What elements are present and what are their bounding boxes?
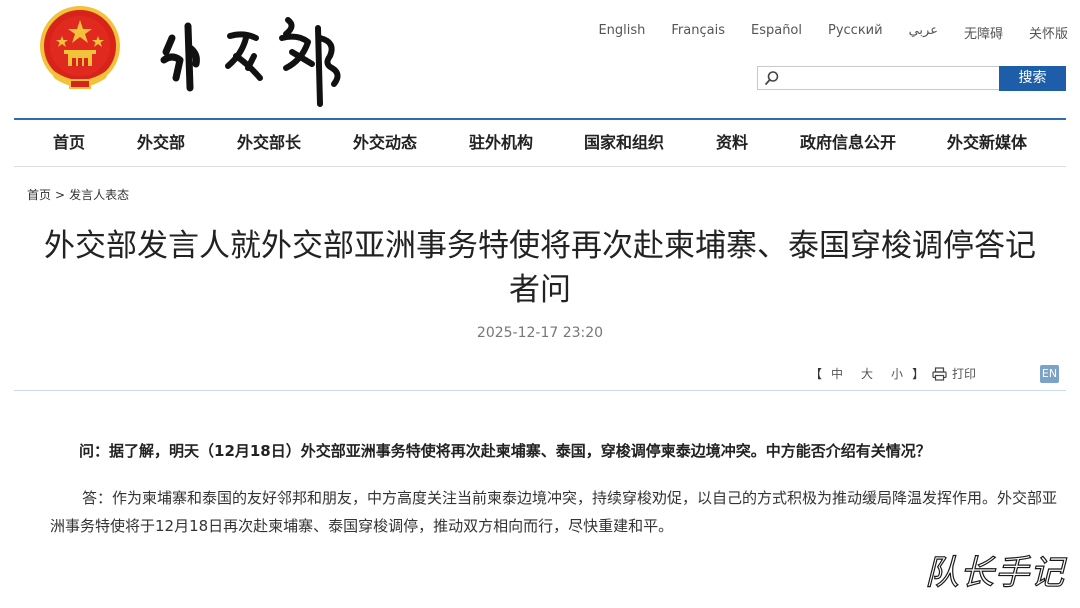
font-size-small-button[interactable]: 小 [891,367,903,381]
breadcrumb: 首页 > 发言人表态 [27,186,129,203]
search-icon [765,71,779,85]
nav-item-diplomatic-news[interactable]: 外交动态 [353,120,417,166]
font-size-medium-button[interactable]: 中 [831,367,843,381]
nav-item-minister[interactable]: 外交部长 [237,120,301,166]
main-nav: 首页 外交部 外交部长 外交动态 驻外机构 国家和组织 资料 政府信息公开 外交… [14,120,1066,166]
font-size-close-bracket: 】 [912,367,925,381]
search-input[interactable] [784,67,998,91]
lang-russian-link[interactable]: Русский [828,23,883,42]
nav-item-gov-info[interactable]: 政府信息公开 [800,120,896,166]
nav-item-home[interactable]: 首页 [53,120,85,166]
nav-item-countries-orgs[interactable]: 国家和组织 [584,120,664,166]
print-label: 打印 [952,367,977,381]
care-mode-link[interactable]: 关怀版 [1029,23,1068,42]
font-size-large-button[interactable]: 大 [861,367,873,381]
nav-bottom-divider [14,166,1066,167]
answer-paragraph: 答：作为柬埔寨和泰国的友好邻邦和朋友，中方高度关注当前柬泰边境冲突，持续穿梭劝促… [50,489,1058,535]
nav-item-new-media[interactable]: 外交新媒体 [947,120,1027,166]
search-button[interactable]: 搜索 [999,66,1066,91]
nav-item-resources[interactable]: 资料 [716,120,748,166]
lang-english-link[interactable]: English [598,23,645,42]
lang-arabic-link[interactable]: عربي [909,23,938,42]
watermark-text: 队长手记 [924,552,1065,593]
nav-item-ministry[interactable]: 外交部 [137,120,185,166]
article-date: 2025-12-17 23:20 [476,325,604,341]
print-button[interactable]: 打印 [932,365,976,382]
ministry-calligraphy-logo[interactable] [158,8,358,108]
english-version-button[interactable]: EN [1040,365,1059,383]
article-title: 外交部发言人就外交部亚洲事务特使将再次赴柬埔寨、泰国穿梭调停答记者问 [44,228,1036,308]
language-bar: English Français Español Русский عربي 无障… [598,23,1068,42]
tools-divider [14,390,1066,391]
printer-icon [932,366,947,381]
lang-french-link[interactable]: Français [671,23,725,42]
nav-item-missions-abroad[interactable]: 驻外机构 [469,120,533,166]
breadcrumb-separator: > [55,188,66,202]
breadcrumb-home-link[interactable]: 首页 [27,188,51,202]
accessibility-link[interactable]: 无障碍 [964,23,1003,42]
font-size-open-bracket: 【 [810,367,823,381]
lang-spanish-link[interactable]: Español [751,23,802,42]
breadcrumb-section-link[interactable]: 发言人表态 [69,188,129,202]
question-paragraph: 问：据了解，明天（12月18日）外交部亚洲事务特使将再次赴柬埔寨、泰国，穿梭调停… [79,442,931,460]
font-size-controls: 【中 大 小】 [810,365,924,382]
search-box [757,66,999,91]
national-emblem-logo[interactable] [40,6,120,92]
